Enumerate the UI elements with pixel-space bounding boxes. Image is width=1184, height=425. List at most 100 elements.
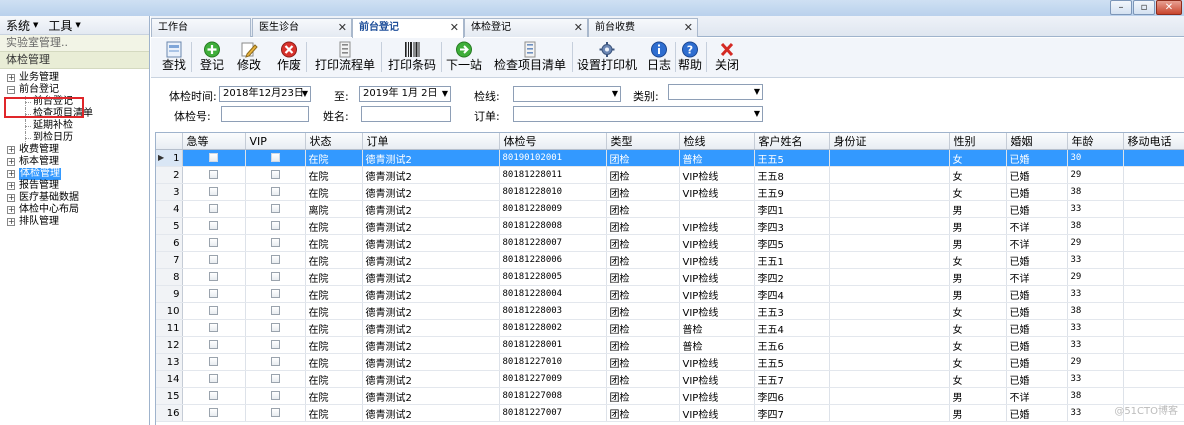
urgent-checkbox[interactable]: [209, 391, 218, 400]
tab-1[interactable]: 医生诊台 ✕: [252, 18, 352, 37]
tree-child-node[interactable]: 延期补检: [0, 120, 149, 132]
urgent-checkbox[interactable]: [209, 170, 218, 179]
tree-node[interactable]: + 业务管理: [0, 72, 149, 84]
urgent-checkbox[interactable]: [209, 187, 218, 196]
vip-checkbox[interactable]: [270, 170, 280, 179]
menu-tools[interactable]: 工具 ▼: [48, 17, 80, 34]
urgent-checkbox[interactable]: [209, 374, 218, 383]
row-number[interactable]: 16: [156, 404, 183, 422]
tree-node[interactable]: + 体检中心布局: [0, 204, 149, 216]
section-exam-management[interactable]: 体检管理: [0, 52, 149, 69]
toolbar-button[interactable]: 修改: [233, 39, 265, 76]
expand-icon[interactable]: +: [7, 74, 15, 82]
minimize-button[interactable]: –: [1110, 0, 1132, 15]
row-number[interactable]: 12: [156, 336, 183, 354]
table-row[interactable]: 13 在院 德青测试2 80181227010 团检 VIP检线 王五5 女已婚 29: [156, 353, 1184, 371]
tab-close-icon[interactable]: ✕: [684, 19, 693, 36]
row-number[interactable]: 8: [156, 268, 183, 286]
row-number[interactable]: ▶ 1: [156, 149, 183, 167]
column-header[interactable]: 性别: [949, 133, 1007, 150]
tab-2[interactable]: 前台登记 ✕: [352, 18, 464, 38]
urgent-checkbox[interactable]: [209, 289, 218, 298]
menu-system[interactable]: 系统 ▼: [6, 17, 38, 34]
toolbar-button[interactable]: 检查项目清单: [490, 39, 570, 76]
toolbar-button[interactable]: 打印条码: [385, 39, 439, 76]
urgent-checkbox[interactable]: [209, 221, 218, 230]
column-header[interactable]: 检线: [679, 133, 755, 150]
column-header[interactable]: 移动电话: [1123, 133, 1184, 150]
row-number[interactable]: 6: [156, 234, 183, 252]
exam-no-input[interactable]: [221, 106, 309, 122]
toolbar-button[interactable]: ? 帮助: [676, 39, 704, 76]
expand-icon[interactable]: +: [7, 182, 15, 190]
tab-4[interactable]: 前台收费 ✕: [588, 18, 698, 37]
toolbar-button[interactable]: 下一站: [444, 39, 484, 76]
expand-icon[interactable]: +: [7, 194, 15, 202]
expand-icon[interactable]: +: [7, 218, 15, 226]
collapse-icon[interactable]: −: [7, 86, 15, 94]
row-number[interactable]: 11: [156, 319, 183, 337]
urgent-checkbox[interactable]: [209, 238, 218, 247]
urgent-checkbox[interactable]: [209, 323, 218, 332]
table-row[interactable]: 4 离院 德青测试2 80181228009 团检 李四1 男已婚 33: [156, 200, 1184, 218]
column-header[interactable]: VIP: [245, 133, 306, 150]
tree-node[interactable]: + 报告管理: [0, 180, 149, 192]
vip-checkbox[interactable]: [270, 153, 280, 162]
table-row[interactable]: 7 在院 德青测试2 80181228006 团检 VIP检线 王五1 女已婚 33: [156, 251, 1184, 269]
window-close-button[interactable]: ✕: [1156, 0, 1182, 15]
row-number[interactable]: 14: [156, 370, 183, 388]
table-row[interactable]: 8 在院 德青测试2 80181228005 团检 VIP检线 李四2 男不详 29: [156, 268, 1184, 286]
table-row[interactable]: 6 在院 德青测试2 80181228007 团检 VIP检线 李四5 男不详 29: [156, 234, 1184, 252]
toolbar-button[interactable]: 登记: [197, 39, 227, 76]
expand-icon[interactable]: +: [7, 158, 15, 166]
tab-close-icon[interactable]: ✕: [574, 19, 583, 36]
row-number[interactable]: 10: [156, 302, 183, 320]
column-header[interactable]: 身份证: [829, 133, 950, 150]
vip-checkbox[interactable]: [270, 340, 280, 349]
expand-icon[interactable]: +: [7, 146, 15, 154]
tree-node[interactable]: + 排队管理: [0, 216, 149, 228]
vip-checkbox[interactable]: [270, 204, 280, 213]
section-lab-management[interactable]: 实验室管理..: [0, 35, 149, 52]
urgent-checkbox[interactable]: [209, 357, 218, 366]
table-row[interactable]: ▶ 1 在院 德青测试2 80190102001 团检 普检 王五5 女已婚 30: [156, 149, 1184, 167]
column-header[interactable]: 订单: [362, 133, 500, 150]
row-number[interactable]: 4: [156, 200, 183, 218]
vip-checkbox[interactable]: [270, 187, 280, 196]
date-from-picker[interactable]: 2018年12月23日 ▼: [219, 86, 311, 102]
table-row[interactable]: 9 在院 德青测试2 80181228004 团检 VIP检线 李四4 男已婚 33: [156, 285, 1184, 303]
table-row[interactable]: 5 在院 德青测试2 80181228008 团检 VIP检线 李四3 男不详 38: [156, 217, 1184, 235]
vip-checkbox[interactable]: [270, 255, 280, 264]
date-to-picker[interactable]: 2019年 1月 2日 ▼: [359, 86, 451, 102]
column-header[interactable]: 类型: [606, 133, 680, 150]
tab-3[interactable]: 体检登记 ✕: [464, 18, 588, 37]
table-row[interactable]: 14 在院 德青测试2 80181227009 团检 VIP检线 王五7 女已婚 33: [156, 370, 1184, 388]
tree-node[interactable]: + 收费管理: [0, 144, 149, 156]
tree-node[interactable]: + 标本管理: [0, 156, 149, 168]
vip-checkbox[interactable]: [270, 306, 280, 315]
urgent-checkbox[interactable]: [209, 340, 218, 349]
tab-close-icon[interactable]: ✕: [338, 19, 347, 36]
row-number[interactable]: 15: [156, 387, 183, 405]
tree-node[interactable]: − 前台登记: [0, 84, 149, 96]
column-header[interactable]: 状态: [305, 133, 363, 150]
column-header[interactable]: 婚姻: [1006, 133, 1068, 150]
row-number[interactable]: 5: [156, 217, 183, 235]
row-number[interactable]: 13: [156, 353, 183, 371]
vip-checkbox[interactable]: [270, 238, 280, 247]
vip-checkbox[interactable]: [270, 391, 280, 400]
table-row[interactable]: 16 在院 德青测试2 80181227007 团检 VIP检线 李四7 男已婚 33: [156, 404, 1184, 422]
tree-node[interactable]: + 体检管理: [0, 168, 149, 180]
vip-checkbox[interactable]: [270, 289, 280, 298]
urgent-checkbox[interactable]: [209, 272, 218, 281]
row-number[interactable]: 9: [156, 285, 183, 303]
urgent-checkbox[interactable]: [209, 204, 218, 213]
restore-button[interactable]: ▫: [1133, 0, 1155, 15]
toolbar-button[interactable]: 作废: [274, 39, 304, 76]
vip-checkbox[interactable]: [270, 221, 280, 230]
category-select[interactable]: ▼: [668, 84, 763, 100]
name-input[interactable]: [361, 106, 451, 122]
toolbar-button[interactable]: 关闭: [712, 39, 742, 76]
tree-node[interactable]: + 医疗基础数据: [0, 192, 149, 204]
column-header[interactable]: 客户姓名: [754, 133, 830, 150]
